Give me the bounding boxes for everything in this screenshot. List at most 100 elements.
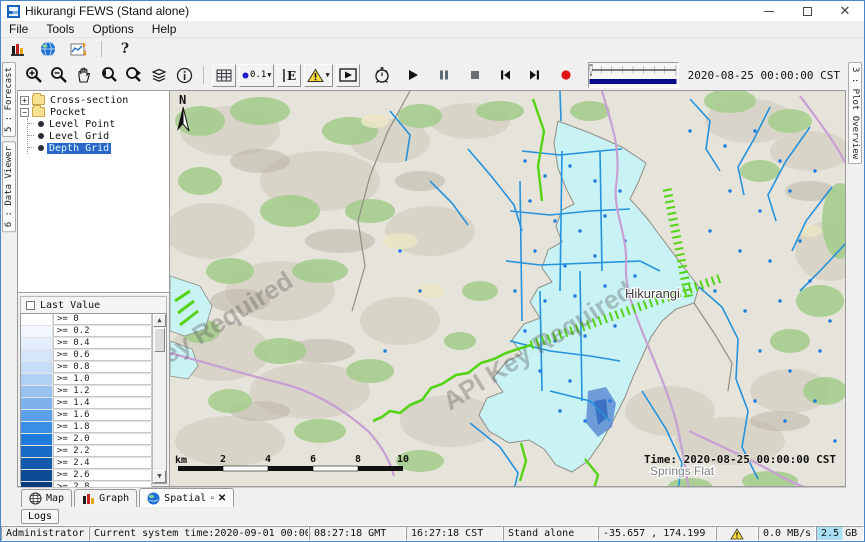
time-slider[interactable] bbox=[588, 62, 679, 88]
svg-text:E: E bbox=[287, 69, 296, 83]
legend-label: >= 0.2 bbox=[53, 326, 152, 337]
folder-icon bbox=[32, 107, 45, 117]
status-gmt-time: 08:27:18 GMT bbox=[309, 526, 406, 541]
expand-icon[interactable]: + bbox=[20, 96, 29, 105]
legend-row: >= 2.0 bbox=[21, 434, 152, 446]
close-icon: ✕ bbox=[840, 3, 851, 19]
stop-button[interactable] bbox=[464, 64, 486, 86]
help-button[interactable]: ? bbox=[114, 38, 136, 60]
legend-row: >= 1.0 bbox=[21, 374, 152, 386]
status-memory[interactable]: 2.5 GB bbox=[816, 526, 864, 541]
tab-close-icon[interactable]: ✕ bbox=[218, 493, 226, 504]
legend-label: >= 1.0 bbox=[53, 374, 152, 385]
logs-row: Logs bbox=[17, 507, 846, 525]
info-icon[interactable] bbox=[173, 64, 195, 86]
tab-data-viewer[interactable]: 6 : Data Viewer bbox=[2, 141, 16, 232]
step-back-button[interactable] bbox=[495, 64, 517, 86]
classification-button[interactable]: E bbox=[277, 64, 301, 87]
bar-chart-icon bbox=[82, 492, 95, 505]
legend-label: >= 1.4 bbox=[53, 398, 152, 409]
map-canvas[interactable]: API Key Required API Key Required N Hiku… bbox=[170, 90, 846, 487]
legend-row: >= 1.8 bbox=[21, 422, 152, 434]
last-value-checkbox[interactable] bbox=[26, 301, 35, 310]
tab-plot-overview[interactable]: 3 : Plot Overview bbox=[848, 62, 862, 164]
tab-spatial[interactable]: Spatial ▫ ✕ bbox=[139, 488, 234, 507]
layers-icon[interactable] bbox=[148, 64, 170, 86]
tree-item-label: Level Grid bbox=[47, 131, 111, 142]
warning-dropdown[interactable]: ▼ bbox=[304, 64, 332, 87]
legend-swatch bbox=[21, 350, 53, 361]
status-local-time: 16:27:18 CST bbox=[406, 526, 503, 541]
legend-swatch bbox=[21, 434, 53, 445]
menu-file[interactable]: File bbox=[9, 22, 28, 36]
grid-display-button[interactable] bbox=[212, 64, 236, 87]
tab-graph[interactable]: Graph bbox=[74, 489, 137, 507]
filters-tree[interactable]: + Cross-section − Pocket Level Point bbox=[18, 91, 169, 293]
animation-panel-button[interactable] bbox=[336, 64, 360, 87]
globe-map-icon[interactable] bbox=[37, 38, 59, 60]
last-value-row[interactable]: Last Value bbox=[20, 296, 167, 313]
legend-label: >= 0.6 bbox=[53, 350, 152, 361]
legend-swatch bbox=[21, 314, 53, 325]
zoom-in-icon[interactable] bbox=[23, 64, 45, 86]
tree-item-cross-section[interactable]: + Cross-section bbox=[20, 94, 169, 106]
legend-panel: Last Value >= 0 >= 0.2 >= 0.4 >= 0.6 >= … bbox=[18, 293, 169, 486]
tree-item-depth-grid[interactable]: Depth Grid bbox=[28, 142, 169, 154]
tab-map[interactable]: Map bbox=[21, 489, 72, 507]
legend-swatch bbox=[21, 470, 53, 481]
tree-item-label: Level Point bbox=[47, 119, 117, 130]
legend-row: >= 1.4 bbox=[21, 398, 152, 410]
explorer-bars-icon[interactable] bbox=[7, 38, 29, 60]
chevron-down-icon: ▼ bbox=[325, 71, 329, 79]
map-toolbar: 0.1 ▼ E ▼ bbox=[17, 60, 846, 90]
zoom-previous-icon[interactable] bbox=[98, 64, 120, 86]
timeseries-chart-icon[interactable] bbox=[67, 38, 89, 60]
scroll-thumb[interactable] bbox=[154, 328, 165, 352]
svg-text:8: 8 bbox=[355, 454, 361, 465]
time-slider-handle[interactable] bbox=[589, 65, 592, 75]
wireframe-globe-icon bbox=[29, 492, 42, 505]
scroll-up-icon[interactable]: ▲ bbox=[153, 314, 166, 327]
menu-help[interactable]: Help bbox=[152, 22, 177, 36]
legend-list: >= 0 >= 0.2 >= 0.4 >= 0.6 >= 0.8 >= 1.0 … bbox=[20, 313, 167, 484]
legend-label: >= 2.6 bbox=[53, 470, 152, 481]
record-button[interactable] bbox=[555, 64, 577, 86]
close-button[interactable]: ✕ bbox=[826, 1, 864, 21]
scroll-down-icon[interactable]: ▼ bbox=[153, 470, 166, 483]
status-warning-cell[interactable] bbox=[716, 526, 758, 541]
toolbar-separator bbox=[203, 66, 204, 84]
menu-bar: File Tools Options Help bbox=[1, 21, 864, 38]
window-title: Hikurangi FEWS (Stand alone) bbox=[25, 4, 189, 18]
pan-hand-icon[interactable] bbox=[73, 64, 95, 86]
filter-panel: + Cross-section − Pocket Level Point bbox=[17, 90, 170, 487]
legend-row: >= 0 bbox=[21, 314, 152, 326]
status-bar: Administrator Current system time:2020-0… bbox=[1, 525, 864, 541]
minimize-button[interactable] bbox=[750, 1, 788, 21]
zoom-out-icon[interactable] bbox=[48, 64, 70, 86]
legend-scrollbar[interactable]: ▲ ▼ bbox=[152, 314, 166, 483]
menu-options[interactable]: Options bbox=[92, 22, 133, 36]
menu-tools[interactable]: Tools bbox=[46, 22, 74, 36]
zoom-next-icon[interactable] bbox=[123, 64, 145, 86]
tab-restore-icon[interactable]: ▫ bbox=[210, 493, 214, 504]
maximize-button[interactable] bbox=[788, 1, 826, 21]
legend-label: >= 1.6 bbox=[53, 410, 152, 421]
legend-row: >= 1.2 bbox=[21, 386, 152, 398]
logs-button[interactable]: Logs bbox=[21, 509, 59, 524]
app-logo-icon bbox=[7, 5, 20, 18]
tree-item-pocket[interactable]: − Pocket bbox=[20, 106, 169, 118]
interval-value: 0.1 bbox=[250, 70, 266, 80]
tree-item-level-grid[interactable]: Level Grid bbox=[28, 130, 169, 142]
maximize-icon bbox=[803, 7, 812, 16]
step-forward-button[interactable] bbox=[524, 64, 546, 86]
interval-dropdown[interactable]: 0.1 ▼ bbox=[239, 64, 274, 87]
legend-label: >= 0.4 bbox=[53, 338, 152, 349]
tab-forecast[interactable]: 5 : Forecast bbox=[2, 62, 16, 137]
stopwatch-icon[interactable] bbox=[371, 64, 393, 86]
tree-item-level-point[interactable]: Level Point bbox=[28, 118, 169, 130]
legend-swatch bbox=[21, 410, 53, 421]
collapse-icon[interactable]: − bbox=[20, 108, 29, 117]
legend-row: >= 2.6 bbox=[21, 470, 152, 482]
pause-button[interactable] bbox=[433, 64, 455, 86]
play-button[interactable] bbox=[402, 64, 424, 86]
